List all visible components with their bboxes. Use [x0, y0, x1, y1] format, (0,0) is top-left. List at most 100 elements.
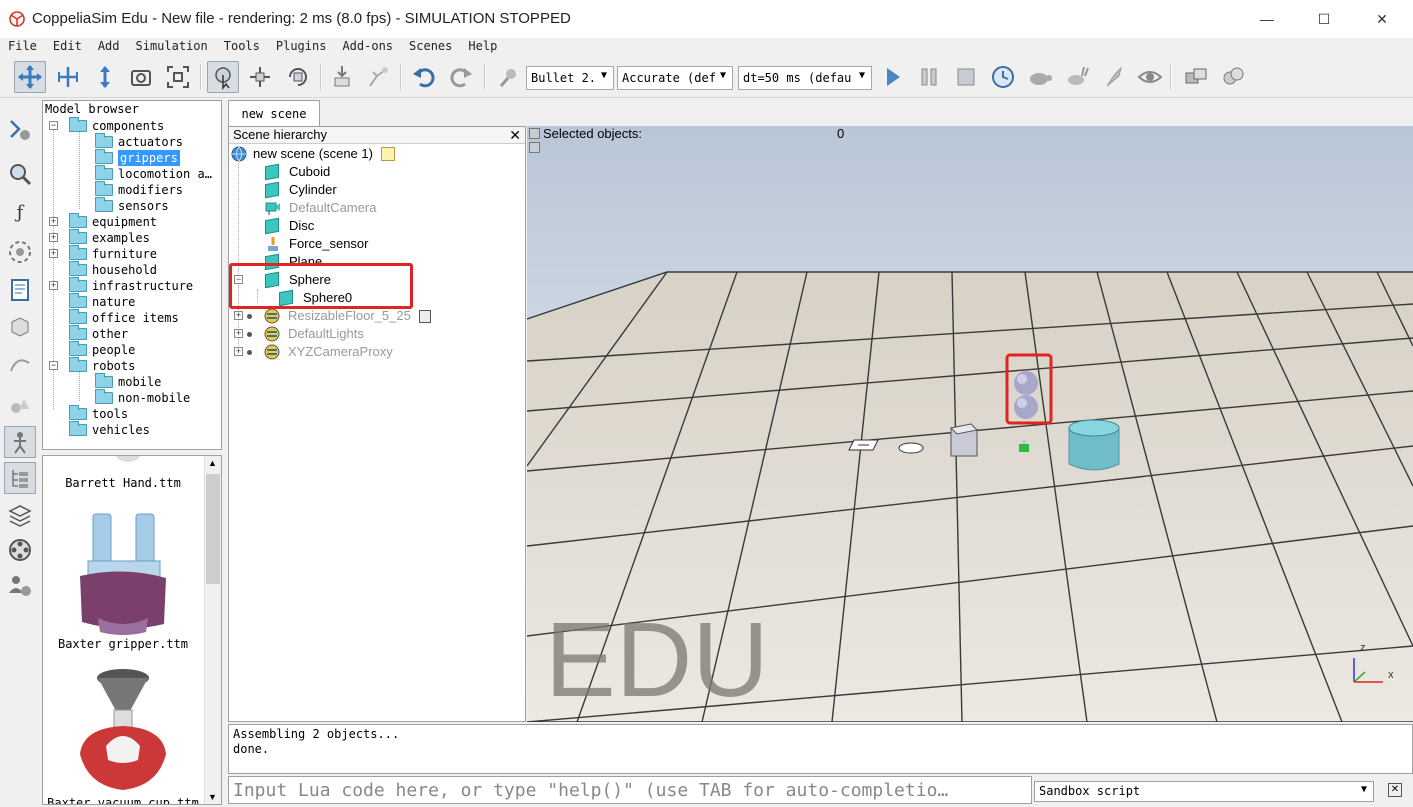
redo-icon[interactable]: [445, 61, 477, 93]
model-thumbnail-label[interactable]: Barrett Hand.ttm: [43, 476, 203, 490]
model-folder-components[interactable]: components: [69, 117, 164, 134]
scene-root[interactable]: new scene (scene 1): [231, 145, 395, 163]
camera-pan-icon[interactable]: [14, 61, 46, 93]
script-icon[interactable]: [418, 309, 431, 323]
cuboid-object[interactable]: [949, 423, 979, 457]
camera-shift-icon[interactable]: [89, 61, 121, 93]
scene-selector-icon[interactable]: [1217, 61, 1249, 93]
pause-simulation-icon[interactable]: [913, 61, 945, 93]
model-folder-robots[interactable]: robots: [69, 357, 135, 374]
tab-new-scene[interactable]: new scene: [228, 100, 320, 126]
scripts-icon[interactable]: [4, 274, 36, 306]
threaded-rendering-icon[interactable]: [1098, 61, 1130, 93]
function-icon[interactable]: ƒ: [4, 196, 36, 228]
cylinder-object[interactable]: [1068, 419, 1120, 471]
close-icon[interactable]: ✕: [1388, 783, 1402, 797]
baxter-gripper-thumbnail[interactable]: [68, 506, 178, 636]
baxter-vacuum-cup-thumbnail[interactable]: [68, 666, 178, 796]
maximize-button[interactable]: ☐: [1301, 0, 1347, 38]
model-folder-people[interactable]: people: [69, 341, 135, 358]
model-folder-examples[interactable]: examples: [69, 229, 150, 246]
camera-rotate-icon[interactable]: [52, 61, 84, 93]
engine-select[interactable]: Bullet 2. ▼: [526, 66, 614, 90]
menu-edit[interactable]: Edit: [45, 38, 90, 56]
real-time-icon[interactable]: [987, 61, 1019, 93]
scene-hierarchy-toggle-icon[interactable]: [4, 462, 36, 494]
scene-viewport[interactable]: z x EDU Selected objects: 0: [527, 126, 1413, 722]
viewport-corner-button[interactable]: [529, 142, 540, 153]
model-folder-sensors[interactable]: sensors: [95, 197, 169, 214]
primitive-shapes-icon[interactable]: [4, 390, 36, 422]
physics-engine-icon[interactable]: [493, 61, 525, 93]
fit-to-view-icon[interactable]: [162, 61, 194, 93]
model-thumbnail-label[interactable]: Baxter gripper.ttm: [43, 637, 203, 651]
slow-down-icon[interactable]: [1024, 61, 1056, 93]
model-folder-locomotion[interactable]: locomotion a…: [95, 165, 212, 182]
expander-icon[interactable]: +: [49, 217, 58, 226]
model-folder-modifiers[interactable]: modifiers: [95, 181, 183, 198]
script-icon[interactable]: [380, 147, 395, 161]
model-folder-infrastructure[interactable]: infrastructure: [69, 277, 193, 294]
expander-icon[interactable]: −: [49, 361, 58, 370]
expander-icon[interactable]: +: [49, 281, 58, 290]
hierarchy-item-defaultcamera[interactable]: DefaultCamera: [265, 199, 376, 217]
expander-icon[interactable]: +: [234, 311, 243, 320]
hierarchy-item-xyzcameraproxy[interactable]: XYZCameraProxy: [247, 343, 393, 361]
expander-icon[interactable]: +: [234, 329, 243, 338]
viewport-corner-button[interactable]: [529, 128, 540, 139]
menu-help[interactable]: Help: [460, 38, 505, 56]
minimize-button[interactable]: —: [1244, 0, 1290, 38]
expander-icon[interactable]: +: [49, 249, 58, 258]
model-folder-office-items[interactable]: office items: [69, 309, 179, 326]
collections-icon[interactable]: [4, 236, 36, 268]
model-folder-grippers[interactable]: grippers: [95, 149, 180, 166]
menu-scenes[interactable]: Scenes: [401, 38, 460, 56]
menu-add[interactable]: Add: [90, 38, 128, 56]
close-button[interactable]: ✕: [1359, 0, 1405, 38]
close-icon[interactable]: ✕: [509, 127, 521, 143]
timestep-select[interactable]: dt=50 ms (defau ▼: [738, 66, 872, 90]
disc-object[interactable]: [898, 442, 924, 454]
video-recorder-icon[interactable]: [4, 534, 36, 566]
stop-simulation-icon[interactable]: [950, 61, 982, 93]
model-folder-other[interactable]: other: [69, 325, 128, 342]
hierarchy-item-force-sensor[interactable]: Force_sensor: [265, 235, 368, 253]
accuracy-select[interactable]: Accurate (def ▼: [617, 66, 733, 90]
menu-addons[interactable]: Add-ons: [334, 38, 401, 56]
transfer-dna-icon[interactable]: [362, 61, 394, 93]
model-folder-actuators[interactable]: actuators: [95, 133, 183, 150]
model-folder-nature[interactable]: nature: [69, 293, 135, 310]
hierarchy-item-disc[interactable]: Disc: [265, 217, 314, 235]
model-folder-equipment[interactable]: equipment: [69, 213, 157, 230]
expander-icon[interactable]: +: [234, 347, 243, 356]
scroll-thumb[interactable]: [206, 474, 220, 584]
model-folder-household[interactable]: household: [69, 261, 157, 278]
scroll-up-icon[interactable]: ▲: [208, 458, 217, 468]
menu-plugins[interactable]: Plugins: [268, 38, 335, 56]
model-folder-mobile[interactable]: mobile: [95, 373, 161, 390]
menu-file[interactable]: File: [0, 38, 45, 56]
scene-3d-view[interactable]: z x EDU: [527, 126, 1413, 722]
page-selector-icon[interactable]: [1180, 61, 1212, 93]
object-shift-icon[interactable]: [244, 61, 276, 93]
start-simulation-icon[interactable]: [876, 61, 908, 93]
model-folder-furniture[interactable]: furniture: [69, 245, 157, 262]
menu-tools[interactable]: Tools: [216, 38, 268, 56]
scroll-down-icon[interactable]: ▼: [208, 792, 217, 802]
shape-edit-icon[interactable]: [4, 310, 36, 342]
user-settings-icon[interactable]: [4, 570, 36, 602]
model-folder-vehicles[interactable]: vehicles: [69, 421, 150, 438]
lua-command-input[interactable]: Input Lua code here, or type "help()" (u…: [228, 776, 1032, 804]
thumbnail-scrollbar[interactable]: ▲ ▼: [204, 456, 221, 804]
speed-up-icon[interactable]: [1061, 61, 1093, 93]
object-rotate-icon[interactable]: [282, 61, 314, 93]
hierarchy-item-defaultlights[interactable]: DefaultLights: [247, 325, 364, 343]
camera-angle-icon[interactable]: [125, 61, 157, 93]
hierarchy-item-resizablefloor[interactable]: ResizableFloor_5_25: [247, 307, 431, 325]
expander-icon[interactable]: −: [49, 121, 58, 130]
undo-icon[interactable]: [408, 61, 440, 93]
click-select-icon[interactable]: [207, 61, 239, 93]
calculation-modules-icon[interactable]: [4, 158, 36, 190]
menu-simulation[interactable]: Simulation: [128, 38, 216, 56]
simulation-settings-icon[interactable]: [4, 114, 36, 146]
